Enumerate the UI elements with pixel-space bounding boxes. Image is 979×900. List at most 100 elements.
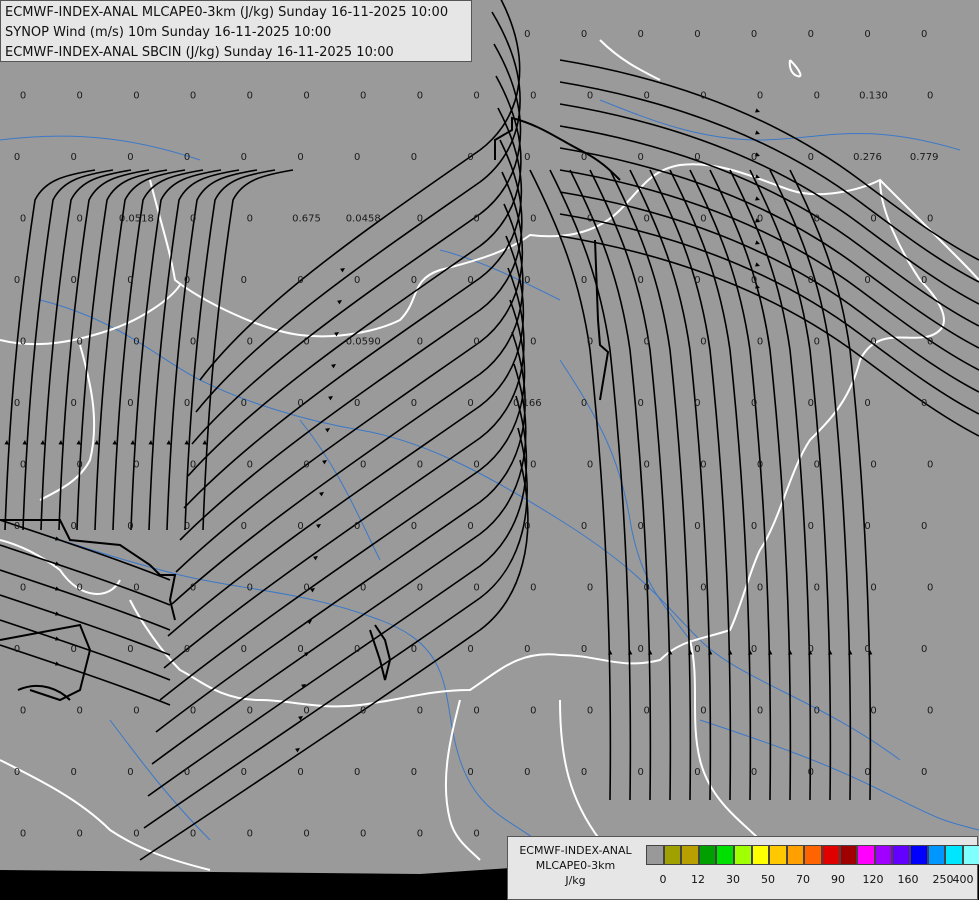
legend-tick: 250 — [932, 873, 954, 886]
cin-value: 0 — [864, 275, 870, 286]
cin-value: 0 — [921, 767, 927, 778]
title-line-sbcin: ECMWF-INDEX-ANAL SBCIN (J/kg) Sunday 16-… — [5, 45, 394, 60]
cin-value: 0 — [360, 706, 366, 717]
cin-value: 0 — [638, 644, 644, 655]
cin-value: 0 — [71, 275, 77, 286]
cin-value: 0 — [751, 152, 757, 163]
cin-value: 0 — [20, 583, 26, 594]
cin-value: 0 — [467, 275, 473, 286]
cin-value: 0 — [71, 767, 77, 778]
cin-annotation: 0.0518 — [119, 214, 154, 225]
cin-value: 0 — [417, 91, 423, 102]
cin-annotation: 0.276 — [853, 152, 882, 163]
cin-value: 0 — [77, 583, 83, 594]
title-line-mlcape: ECMWF-INDEX-ANAL MLCAPE0-3km (J/kg) Sund… — [5, 5, 449, 20]
cin-value: 0 — [587, 460, 593, 471]
cin-value: 0 — [417, 214, 423, 225]
legend-swatch — [698, 845, 717, 865]
cin-value: 0 — [751, 275, 757, 286]
cin-value: 0 — [20, 214, 26, 225]
cin-value: 0 — [808, 767, 814, 778]
cin-value: 0 — [297, 644, 303, 655]
cin-value: 0 — [127, 398, 133, 409]
cin-value: 0 — [247, 583, 253, 594]
cin-value: 0 — [581, 644, 587, 655]
cin-value: 0 — [184, 521, 190, 532]
cin-value: 0 — [20, 706, 26, 717]
cin-value: 0 — [751, 521, 757, 532]
cin-value: 0 — [694, 644, 700, 655]
cin-value: 0 — [530, 583, 536, 594]
cin-value: 0 — [354, 152, 360, 163]
cin-value: 0 — [303, 829, 309, 840]
cin-value: 0 — [247, 337, 253, 348]
cin-value: 0 — [467, 644, 473, 655]
cin-value: 0 — [360, 91, 366, 102]
cin-value: 0 — [77, 829, 83, 840]
legend-swatch — [751, 845, 770, 865]
cin-value: 0 — [411, 398, 417, 409]
cin-value: 0 — [354, 398, 360, 409]
cin-value: 0 — [638, 398, 644, 409]
cin-value: 0 — [303, 91, 309, 102]
cin-value: 0 — [638, 275, 644, 286]
weather-map[interactable]: 0 0 0 0 0 0 0 0 0 0 0 0 0 0 0 0 0 0 0 0 0 0 0 0.130 0 0 0 0 0 0 0 0 0 0 0 0… — [0, 0, 979, 900]
cin-value: 0 — [184, 152, 190, 163]
cin-value: 0 — [927, 460, 933, 471]
legend-swatch — [786, 845, 805, 865]
cin-value: 0 — [864, 398, 870, 409]
cin-value: 0 — [184, 767, 190, 778]
cin-value: 0 — [417, 706, 423, 717]
cin-value: 0 — [864, 521, 870, 532]
cin-value: 0 — [20, 337, 26, 348]
legend-swatches — [646, 845, 979, 867]
legend-tick: 120 — [862, 873, 884, 886]
cin-value: 0 — [581, 152, 587, 163]
cin-value: 0 — [694, 152, 700, 163]
legend-swatch — [821, 845, 840, 865]
cin-value: 0 — [20, 91, 26, 102]
legend-swatch — [909, 845, 928, 865]
cin-value: 0 — [808, 152, 814, 163]
cin-value: 0 — [473, 583, 479, 594]
cin-value: 0 — [751, 767, 757, 778]
cin-value: 0 — [530, 460, 536, 471]
cin-value: 0 — [694, 275, 700, 286]
cin-value: 0 — [20, 460, 26, 471]
cin-value: 0 — [644, 706, 650, 717]
cin-value: 0 — [14, 644, 20, 655]
cin-value: 0 — [297, 398, 303, 409]
cin-value: 0 — [303, 706, 309, 717]
cin-value: 0 — [700, 583, 706, 594]
cin-value: 0 — [473, 214, 479, 225]
cin-value: 0 — [757, 460, 763, 471]
cin-value: 0 — [638, 767, 644, 778]
legend-tick: 70 — [796, 873, 810, 886]
legend-swatch — [646, 845, 664, 865]
legend-tick: 90 — [831, 873, 845, 886]
cin-value: 0 — [133, 337, 139, 348]
cin-value: 0 — [71, 398, 77, 409]
cin-value: 0 — [247, 829, 253, 840]
cin-value: 0 — [417, 583, 423, 594]
cin-value: 0 — [241, 152, 247, 163]
cin-value: 0 — [870, 583, 876, 594]
cin-value: 0 — [921, 521, 927, 532]
cin-annotation: 0.0590 — [346, 337, 381, 348]
legend-tick: 0 — [659, 873, 667, 886]
legend-swatch — [857, 845, 875, 865]
legend-swatch — [839, 845, 858, 865]
cin-value: 0 — [71, 521, 77, 532]
cin-value: 0 — [77, 214, 83, 225]
cin-value: 0 — [927, 337, 933, 348]
cin-value: 0 — [870, 337, 876, 348]
legend-swatch — [804, 845, 822, 865]
cin-annotation: 0.166 — [513, 398, 542, 409]
cin-value: 0 — [638, 152, 644, 163]
cin-value: 0 — [14, 521, 20, 532]
cin-value: 0 — [354, 767, 360, 778]
legend-tick: 12 — [691, 873, 705, 886]
cin-value: 0 — [694, 29, 700, 40]
cin-value: 0 — [757, 706, 763, 717]
cin-value: 0 — [644, 337, 650, 348]
